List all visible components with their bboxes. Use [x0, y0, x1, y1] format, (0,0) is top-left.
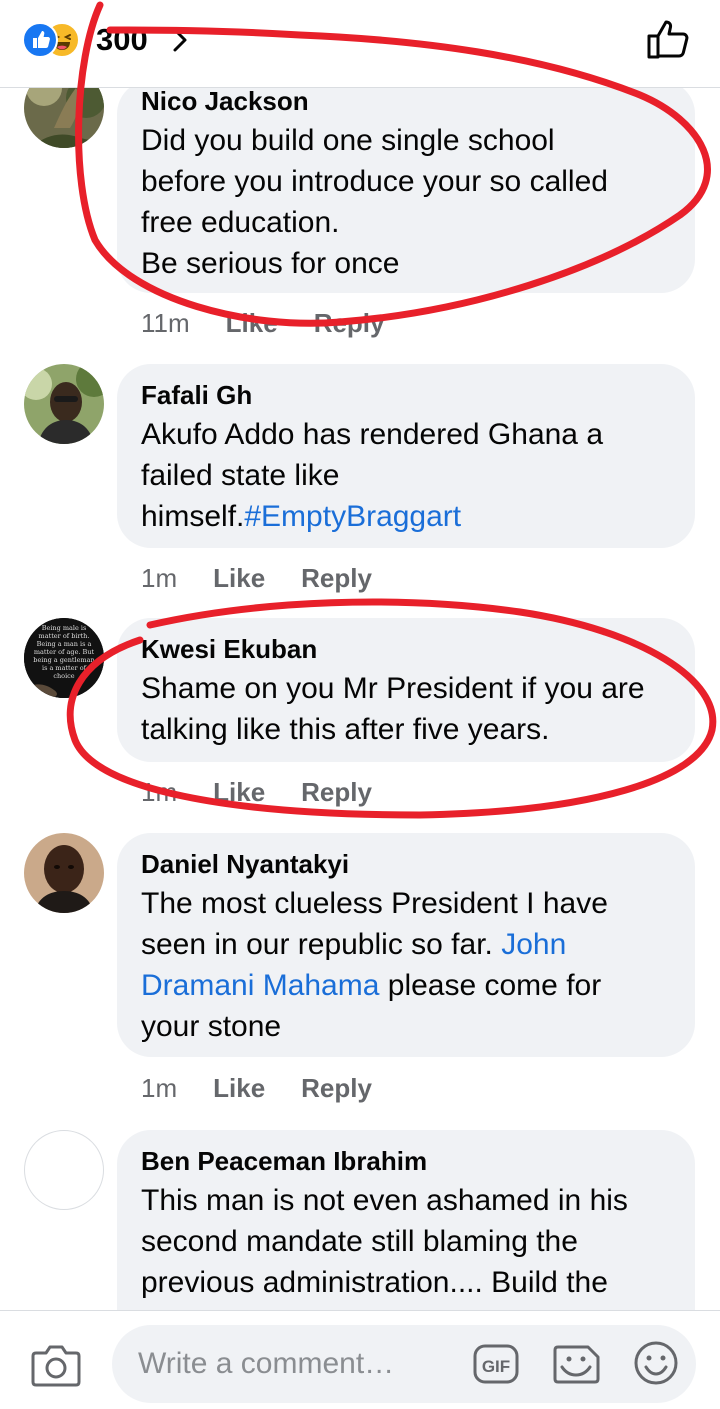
mention-link[interactable]: John: [501, 928, 566, 961]
chevron-right-icon[interactable]: [170, 22, 190, 58]
avatar[interactable]: [24, 833, 104, 913]
avatar[interactable]: [24, 1130, 104, 1210]
avatar-quote-line: being a gentleman: [33, 656, 94, 664]
mention-link[interactable]: Dramani Mahama: [141, 969, 379, 1002]
comment-bubble[interactable]: Fafali Gh Akufo Addo has rendered Ghana …: [117, 364, 695, 548]
comment-text-line: This man is not even ashamed in his: [141, 1184, 628, 1217]
comment-text-line: himself.#EmptyBraggart: [141, 496, 671, 537]
commenter-name[interactable]: Ben Peaceman Ibrahim: [141, 1144, 671, 1178]
comment-text-line: Did you build one single school: [141, 124, 555, 157]
thumbs-up-icon[interactable]: [646, 18, 690, 60]
comment-text-line: Shame on you Mr President if you are: [141, 672, 645, 705]
like-link[interactable]: Like: [213, 775, 265, 809]
reactions-header[interactable]: 300: [0, 0, 720, 88]
like-icon: [22, 22, 58, 58]
comment-bubble[interactable]: Nico Jackson Did you build one single sc…: [117, 80, 695, 293]
comment-time[interactable]: 1m: [141, 775, 177, 809]
reply-link[interactable]: Reply: [314, 306, 385, 340]
avatar-quote-line: is a matter of: [42, 664, 87, 672]
avatar-quote-line: matter of birth.: [39, 632, 90, 640]
comment-time[interactable]: 1m: [141, 1071, 177, 1105]
comment-time[interactable]: 11m: [141, 306, 190, 340]
comment-text-line: talking like this after five years.: [141, 713, 550, 746]
avatar-quote-line: Being male is: [42, 624, 87, 632]
comment-text-line: previous administration.... Build the: [141, 1266, 608, 1299]
comment-input-pill[interactable]: GIF: [112, 1325, 696, 1403]
comment-actions: 1m Like Reply: [141, 775, 408, 809]
svg-text:GIF: GIF: [482, 1357, 510, 1376]
comment-composer: GIF: [0, 1310, 720, 1409]
like-link[interactable]: Like: [226, 306, 278, 340]
comment-text-line: second mandate still blaming the: [141, 1225, 578, 1258]
reaction-count[interactable]: 300: [96, 22, 148, 58]
comment-text-line: seen in our republic so far. John: [141, 924, 671, 965]
comment-actions: 11m Like Reply: [141, 306, 421, 340]
comment-text-line: Dramani Mahama please come for: [141, 965, 671, 1006]
avatar[interactable]: [24, 364, 104, 444]
comment-actions: 1m Like Reply: [141, 561, 408, 595]
comment-bubble[interactable]: Daniel Nyantakyi The most clueless Presi…: [117, 833, 695, 1057]
commenter-name[interactable]: Nico Jackson: [141, 84, 671, 118]
comment-bubble[interactable]: Kwesi Ekuban Shame on you Mr President i…: [117, 618, 695, 762]
reply-link[interactable]: Reply: [301, 561, 372, 595]
avatar[interactable]: Being male is matter of birth. Being a m…: [24, 618, 104, 698]
emoji-icon[interactable]: [632, 1339, 680, 1387]
hashtag-link[interactable]: #EmptyBraggart: [244, 500, 461, 533]
comment-text-plain: seen in our republic so far.: [141, 928, 502, 961]
comment-text-line: your stone: [141, 1010, 282, 1043]
avatar-quote-line: choice: [53, 672, 74, 680]
comment-input[interactable]: [136, 1341, 460, 1387]
like-link[interactable]: Like: [213, 1071, 265, 1105]
comment-text-plain: himself.: [141, 500, 245, 533]
commenter-name[interactable]: Kwesi Ekuban: [141, 632, 671, 666]
comment-text-line: before you introduce your so called: [141, 165, 608, 198]
comment-text-line: Be serious for once: [141, 247, 400, 280]
comment-actions: 1m Like Reply: [141, 1071, 408, 1105]
comment-text-line: failed state like: [141, 459, 340, 492]
comment-time[interactable]: 1m: [141, 561, 177, 595]
comment-text-line: free education.: [141, 206, 340, 239]
avatar-quote-line: matter of age. But: [34, 648, 95, 656]
reaction-icons[interactable]: [22, 22, 82, 58]
commenter-name[interactable]: Fafali Gh: [141, 378, 671, 412]
reply-link[interactable]: Reply: [301, 1071, 372, 1105]
avatar-quote-line: Being a man is a: [37, 640, 92, 648]
sticker-icon[interactable]: [552, 1339, 602, 1387]
like-link[interactable]: Like: [213, 561, 265, 595]
comment-text-line: Akufo Addo has rendered Ghana a: [141, 418, 604, 451]
commenter-name[interactable]: Daniel Nyantakyi: [141, 847, 671, 881]
gif-icon[interactable]: GIF: [472, 1341, 520, 1387]
comment-text-line: The most clueless President I have: [141, 887, 608, 920]
comment-text-plain: please come for: [379, 969, 602, 1002]
camera-icon[interactable]: [30, 1341, 82, 1389]
reply-link[interactable]: Reply: [301, 775, 372, 809]
